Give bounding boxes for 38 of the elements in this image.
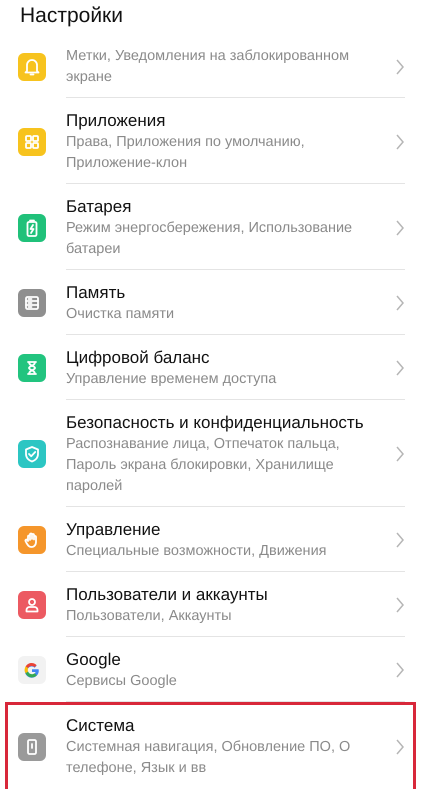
item-description: Системная навигация, Обновление ПО, О телефоне, Язык и вв	[66, 738, 352, 778]
chevron-icon	[395, 58, 405, 76]
item-title: Управление	[66, 519, 162, 541]
chevron-icon	[395, 738, 405, 756]
settings-row[interactable]: Безопасность и конфиденциальность Распознавание лица, Отпечаток пальца, Пароль экрана блокировки, Хранилище паролей	[0, 400, 423, 507]
item-description: Права, Приложения по умолчанию, Приложение-клон	[66, 133, 306, 173]
item-title: Безопасность и конфиденциальность	[66, 412, 365, 434]
settings-row[interactable]: Google Сервисы Google	[0, 637, 423, 702]
settings-row[interactable]: Приложения Права, Приложения по умолчанию, Приложение-клон	[0, 98, 423, 184]
chevron-icon	[395, 294, 405, 312]
item-title: Google	[66, 649, 122, 671]
settings-row[interactable]: Управление Специальные возможности, Движения	[0, 507, 423, 572]
item-description: Управление временем доступа	[66, 370, 278, 389]
item-description: Метки, Уведомления на заблокированном экране	[66, 47, 350, 87]
item-description: Очистка памяти	[66, 305, 176, 324]
item-title: Цифровой баланс	[66, 347, 211, 369]
item-title: Пользователи и аккаунты	[66, 584, 269, 606]
chevron-icon	[395, 359, 405, 377]
settings-row[interactable]: Батарея Режим энергосбережения, Использование батареи	[0, 184, 423, 270]
chevron-icon	[395, 218, 405, 236]
item-title: Приложения	[66, 110, 166, 132]
settings-row[interactable]: Цифровой баланс Управление временем доступа	[0, 335, 423, 400]
settings-row[interactable]: Пользователи и аккаунты Пользователи, Аккаунты	[0, 572, 423, 637]
item-title: Память	[66, 282, 126, 304]
chevron-icon	[395, 132, 405, 150]
item-description: Пользователи, Аккаунты	[66, 607, 233, 626]
chevron-icon	[395, 531, 405, 549]
settings-row[interactable]: Память Очистка памяти	[0, 270, 423, 335]
item-description: Режим энергосбережения, Использование батареи	[66, 219, 354, 259]
item-description: Специальные возможности, Движения	[66, 542, 328, 561]
chevron-icon	[395, 661, 405, 679]
item-title: Батарея	[66, 196, 132, 218]
chevron-icon	[395, 445, 405, 463]
item-title: Система	[66, 715, 136, 737]
page-title: Настройки	[20, 4, 123, 28]
item-description: Распознавание лица, Отпечаток пальца, Пароль экрана блокировки, Хранилище паролей	[66, 435, 341, 496]
chevron-icon	[395, 596, 405, 614]
item-description: Сервисы Google	[66, 672, 178, 691]
